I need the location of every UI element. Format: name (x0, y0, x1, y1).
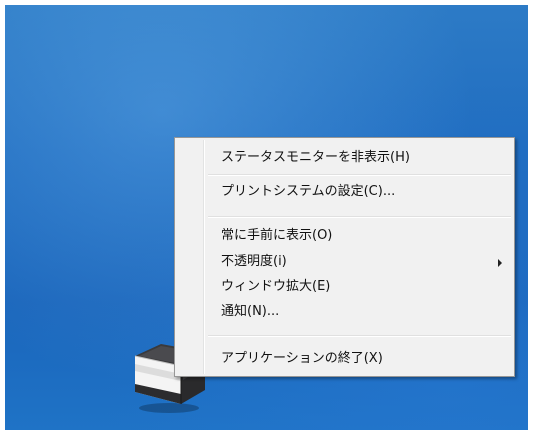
menu-item-label: ステータスモニターを非表示(H) (221, 150, 410, 165)
menu-item-label: プリントシステムの設定(C)... (221, 184, 396, 199)
menu-item-notifications[interactable]: 通知(N)... (177, 300, 512, 324)
menu-item-window-enlarge[interactable]: ウィンドウ拡大(E) (177, 275, 512, 299)
desktop-background: ステータスモニターを非表示(H) プリントシステムの設定(C)... 常に手前に… (5, 5, 528, 430)
menu-item-opacity[interactable]: 不透明度(i) (177, 250, 512, 274)
menu-item-label: 常に手前に表示(O) (221, 228, 333, 243)
menu-item-label: 不透明度(i) (221, 254, 287, 269)
menu-item-hide-status-monitor[interactable]: ステータスモニターを非表示(H) (177, 146, 512, 170)
menu-item-print-system-settings[interactable]: プリントシステムの設定(C)... (177, 180, 512, 204)
menu-item-label: 通知(N)... (221, 304, 280, 319)
menu-item-label: アプリケーションの終了(X) (221, 351, 383, 366)
menu-separator (208, 216, 511, 218)
menu-item-label: ウィンドウ拡大(E) (221, 279, 331, 294)
context-menu: ステータスモニターを非表示(H) プリントシステムの設定(C)... 常に手前に… (174, 137, 515, 377)
menu-separator (208, 174, 511, 176)
menu-item-exit-application[interactable]: アプリケーションの終了(X) (177, 347, 512, 371)
menu-separator (208, 335, 511, 337)
menu-item-always-on-top[interactable]: 常に手前に表示(O) (177, 224, 512, 248)
submenu-arrow-icon (498, 259, 502, 267)
